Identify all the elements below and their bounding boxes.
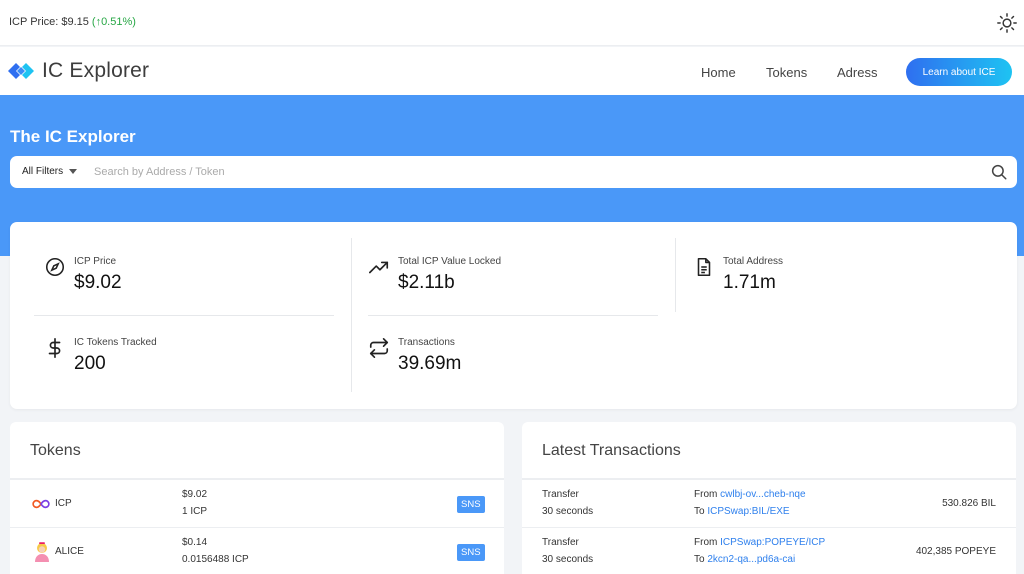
tokens-panel-title: Tokens (30, 442, 81, 459)
main-navbar: IC Explorer Home Tokens Adress Learn abo… (0, 47, 1024, 95)
ic-explorer-logo-icon[interactable] (8, 61, 34, 81)
icp-price-change: (↑0.51%) (91, 16, 136, 28)
token-name: ALICE (55, 546, 84, 557)
transaction-to: To 2kcn2-qa...pd6a-cai (694, 554, 795, 565)
token-row[interactable]: ICP $9.02 1 ICP SNS (10, 479, 504, 527)
compass-icon (45, 257, 65, 277)
learn-about-ice-button[interactable]: Learn about ICE (906, 58, 1012, 86)
stat-label: Total ICP Value Locked (398, 256, 502, 267)
row-divider (368, 315, 658, 316)
search-input[interactable] (94, 162, 974, 182)
price-bar: ICP Price: $9.15 (↑0.51%) (0, 0, 1024, 46)
token-rate: 1 ICP (182, 506, 208, 517)
transactions-panel-title: Latest Transactions (542, 442, 681, 459)
stats-card: ICP Price $9.02 Total ICP Value Locked $… (10, 222, 1017, 409)
icp-infinity-icon (32, 499, 50, 509)
stat-label: Transactions (398, 337, 455, 348)
nav-address-link[interactable]: Adress (837, 65, 877, 80)
to-address-link[interactable]: ICPSwap:BIL/EXE (707, 506, 789, 517)
transaction-amount: 402,385 POPEYE (915, 546, 996, 557)
column-divider (675, 238, 676, 312)
alice-avatar-icon (35, 542, 49, 562)
transaction-row[interactable]: Transfer 30 seconds From ICPSwap:POPEYE/… (522, 527, 1016, 574)
filter-label: All Filters (22, 166, 64, 177)
to-label: To (694, 506, 705, 517)
from-label: From (694, 489, 718, 500)
token-name: ICP (55, 498, 72, 509)
from-address-link[interactable]: cwlbj-ov...cheb-nqe (720, 489, 805, 500)
stat-value: 200 (74, 353, 106, 374)
sun-icon[interactable] (996, 12, 1018, 34)
filter-dropdown[interactable]: All Filters (22, 166, 78, 177)
repeat-icon (369, 338, 389, 358)
token-row[interactable]: ALICE $0.14 0.0156488 ICP SNS (10, 527, 504, 574)
stat-value: 1.71m (723, 272, 776, 293)
stat-value: $9.02 (74, 272, 122, 293)
nav-home-link[interactable]: Home (701, 65, 736, 80)
transaction-from: From ICPSwap:POPEYE/ICP (694, 537, 825, 548)
sns-badge: SNS (457, 496, 485, 513)
stat-value: 39.69m (398, 353, 462, 374)
latest-transactions-panel: Latest Transactions Transfer 30 seconds … (522, 422, 1016, 574)
token-price: $9.02 (182, 489, 208, 500)
page-title: The IC Explorer (10, 127, 136, 146)
transaction-type: Transfer (542, 489, 579, 500)
logo-text[interactable]: IC Explorer (42, 59, 149, 83)
nav-tokens-link[interactable]: Tokens (766, 65, 807, 80)
transaction-amount: 530.826 BIL (942, 498, 996, 509)
from-label: From (694, 537, 718, 548)
transaction-time: 30 seconds (542, 506, 594, 517)
to-label: To (694, 554, 705, 565)
transaction-type: Transfer (542, 537, 579, 548)
token-price: $0.14 (182, 537, 208, 548)
token-rate: 0.0156488 ICP (182, 554, 249, 565)
stat-label: ICP Price (74, 256, 117, 267)
caret-down-icon (69, 168, 78, 174)
transaction-from: From cwlbj-ov...cheb-nqe (694, 489, 806, 500)
icp-price-ticker: ICP Price: $9.15 (↑0.51%) (9, 16, 136, 28)
stat-value: $2.11b (398, 272, 455, 293)
icp-price-label: ICP Price: $9.15 (9, 16, 89, 28)
from-address-link[interactable]: ICPSwap:POPEYE/ICP (720, 537, 825, 548)
stat-label: IC Tokens Tracked (74, 337, 157, 348)
dollar-icon (48, 338, 61, 358)
transaction-row[interactable]: Transfer 30 seconds From cwlbj-ov...cheb… (522, 479, 1016, 527)
transaction-time: 30 seconds (542, 554, 594, 565)
tokens-panel: Tokens ICP $9.02 1 ICP SNS ALICE $0.14 0… (10, 422, 504, 574)
document-icon (697, 257, 711, 277)
transaction-to: To ICPSwap:BIL/EXE (694, 506, 790, 517)
sns-badge: SNS (457, 544, 485, 561)
to-address-link[interactable]: 2kcn2-qa...pd6a-cai (707, 554, 795, 565)
search-bar: All Filters (10, 156, 1017, 188)
trending-up-icon (369, 261, 389, 274)
stat-label: Total Address (723, 256, 784, 267)
column-divider (351, 238, 352, 392)
row-divider (34, 315, 334, 316)
search-icon[interactable] (990, 163, 1008, 181)
